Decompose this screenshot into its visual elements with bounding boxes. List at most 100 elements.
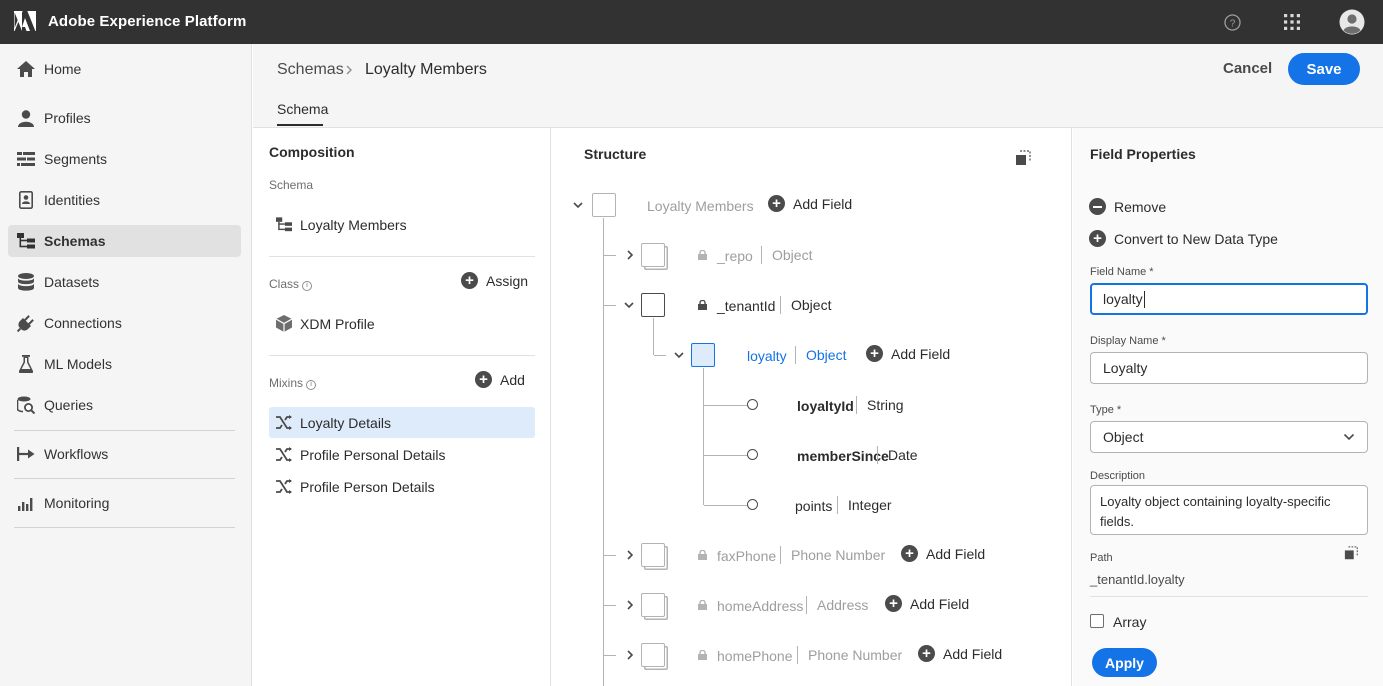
path-label: Path bbox=[1090, 552, 1113, 564]
chevron-down-icon[interactable] bbox=[673, 349, 685, 361]
field-name[interactable]: _repo bbox=[717, 248, 753, 264]
apply-button[interactable]: Apply bbox=[1092, 648, 1157, 677]
nav-label: Home bbox=[44, 61, 82, 77]
display-name-input[interactable]: Loyalty bbox=[1090, 352, 1368, 384]
copy-icon[interactable] bbox=[1015, 150, 1032, 167]
add-field-button[interactable]: + Add Field bbox=[885, 595, 969, 612]
nav-item-segments[interactable]: Segments bbox=[8, 143, 241, 175]
lock-icon bbox=[698, 550, 707, 560]
adobe-logo-icon[interactable] bbox=[14, 11, 36, 31]
copy-path-icon[interactable] bbox=[1344, 546, 1359, 561]
assign-class-button[interactable]: + Assign bbox=[461, 272, 528, 289]
section-divider bbox=[269, 256, 535, 257]
field-name[interactable]: faxPhone bbox=[717, 548, 776, 564]
field-name-selected[interactable]: loyalty bbox=[747, 348, 787, 364]
add-circle-icon: + bbox=[461, 272, 478, 289]
field-name[interactable]: memberSince bbox=[797, 448, 889, 464]
add-field-button[interactable]: + Add Field bbox=[901, 545, 985, 562]
add-field-button[interactable]: + Add Field bbox=[918, 645, 1002, 662]
tree-connector bbox=[604, 655, 616, 656]
nav-item-ml-models[interactable]: ML Models bbox=[8, 348, 241, 380]
nav-item-profiles[interactable]: Profiles bbox=[8, 102, 241, 134]
add-circle-icon: + bbox=[475, 371, 492, 388]
mixin-item[interactable]: Loyalty Details bbox=[269, 407, 535, 438]
identity-card-icon bbox=[16, 190, 36, 210]
lock-icon bbox=[698, 600, 707, 610]
add-field-button[interactable]: + Add Field bbox=[768, 195, 852, 212]
chevron-down-icon[interactable] bbox=[623, 299, 635, 311]
nav-item-monitoring[interactable]: Monitoring bbox=[8, 487, 241, 519]
nav-label: Monitoring bbox=[44, 495, 110, 511]
leaf-node-circle[interactable] bbox=[747, 449, 758, 460]
array-checkbox[interactable] bbox=[1090, 614, 1104, 628]
field-properties-panel: Field Properties Remove + Convert to New… bbox=[1073, 128, 1383, 686]
chevron-right-icon[interactable] bbox=[624, 549, 636, 561]
field-type: Object bbox=[795, 346, 846, 364]
add-circle-icon: + bbox=[768, 195, 785, 212]
field-node-box[interactable] bbox=[641, 593, 665, 617]
field-name-input[interactable]: loyalty bbox=[1090, 283, 1368, 315]
tree-connector bbox=[604, 255, 616, 256]
type-select[interactable]: Object bbox=[1090, 421, 1368, 453]
chevron-right-icon[interactable] bbox=[624, 249, 636, 261]
field-node-box[interactable] bbox=[641, 243, 665, 267]
left-nav: Home Profiles Segments Identities Schema… bbox=[0, 44, 252, 686]
add-field-button[interactable]: + Add Field bbox=[866, 345, 950, 362]
breadcrumb-schemas[interactable]: Schemas bbox=[277, 61, 344, 79]
convert-data-type-button[interactable]: + Convert to New Data Type bbox=[1089, 230, 1278, 247]
field-node-box[interactable] bbox=[641, 293, 665, 317]
nav-item-queries[interactable]: Queries bbox=[8, 389, 241, 421]
page-header: Schemas Loyalty Members Cancel Save Sche… bbox=[253, 44, 1383, 128]
field-node-box[interactable] bbox=[641, 543, 665, 567]
user-avatar-icon[interactable] bbox=[1339, 9, 1365, 35]
nav-label: Profiles bbox=[44, 110, 91, 126]
nav-item-workflows[interactable]: Workflows bbox=[8, 438, 241, 470]
info-icon[interactable]: i bbox=[302, 281, 313, 291]
schema-item[interactable]: Loyalty Members bbox=[269, 209, 535, 240]
root-node-box[interactable] bbox=[592, 193, 616, 217]
class-item[interactable]: XDM Profile bbox=[269, 308, 535, 339]
field-node-box[interactable] bbox=[641, 643, 665, 667]
breadcrumb-chevron-icon bbox=[346, 65, 352, 75]
description-textarea[interactable]: Loyalty object containing loyalty-specif… bbox=[1090, 485, 1368, 535]
remove-circle-icon bbox=[1089, 198, 1106, 215]
field-type: Object bbox=[761, 246, 812, 264]
chevron-right-icon[interactable] bbox=[624, 599, 636, 611]
field-node-box-selected[interactable] bbox=[691, 343, 715, 367]
root-name[interactable]: Loyalty Members bbox=[647, 198, 754, 214]
cancel-button[interactable]: Cancel bbox=[1215, 60, 1280, 92]
field-name[interactable]: homeAddress bbox=[717, 598, 803, 614]
field-name[interactable]: homePhone bbox=[717, 648, 793, 664]
nav-label: Workflows bbox=[44, 446, 109, 462]
mixin-item[interactable]: Profile Personal Details bbox=[269, 439, 535, 470]
composition-title: Composition bbox=[269, 144, 355, 160]
add-circle-icon: + bbox=[901, 545, 918, 562]
help-icon[interactable]: ? bbox=[1220, 10, 1244, 34]
nav-item-home[interactable]: Home bbox=[8, 53, 241, 85]
app-switcher-icon[interactable] bbox=[1280, 10, 1304, 34]
class-section-label: Class i bbox=[269, 277, 313, 291]
field-name[interactable]: loyaltyId bbox=[797, 398, 854, 414]
nav-item-connections[interactable]: Connections bbox=[8, 307, 241, 339]
chevron-right-icon[interactable] bbox=[624, 649, 636, 661]
leaf-node-circle[interactable] bbox=[747, 499, 758, 510]
nav-item-schemas[interactable]: Schemas bbox=[8, 225, 241, 257]
field-type: String bbox=[856, 396, 904, 414]
nav-label: Schemas bbox=[44, 233, 106, 249]
structure-panel: Structure Loyalty Members + Add Field _r… bbox=[552, 128, 1072, 686]
field-name-label: Field Name * bbox=[1090, 266, 1154, 278]
field-type: Date bbox=[877, 446, 918, 464]
leaf-node-circle[interactable] bbox=[747, 399, 758, 410]
field-name[interactable]: _tenantId bbox=[717, 298, 775, 314]
save-button[interactable]: Save bbox=[1288, 53, 1360, 85]
mixin-item[interactable]: Profile Person Details bbox=[269, 471, 535, 502]
tab-schema[interactable]: Schema bbox=[277, 101, 328, 117]
nav-item-identities[interactable]: Identities bbox=[8, 184, 241, 216]
tree-connector bbox=[704, 405, 747, 406]
info-icon[interactable]: i bbox=[306, 380, 317, 390]
remove-field-button[interactable]: Remove bbox=[1089, 198, 1166, 215]
chevron-down-icon[interactable] bbox=[572, 199, 584, 211]
nav-item-datasets[interactable]: Datasets bbox=[8, 266, 241, 298]
add-mixin-button[interactable]: + Add bbox=[475, 371, 525, 388]
field-name[interactable]: points bbox=[795, 498, 832, 514]
